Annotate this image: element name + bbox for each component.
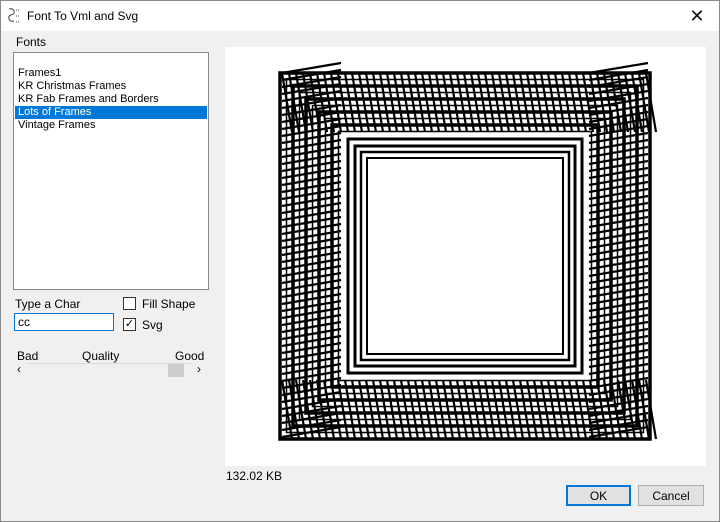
font-list-item[interactable]: Frames1 (15, 67, 207, 80)
slider-thumb[interactable] (168, 364, 184, 377)
ok-button[interactable]: OK (566, 485, 631, 506)
glyph-preview-panel (225, 47, 706, 466)
type-a-char-label: Type a Char (15, 297, 81, 311)
fonts-label: Fonts (16, 35, 47, 49)
fonts-listbox[interactable]: Frames1 KR Christmas Frames KR Fab Frame… (13, 52, 209, 290)
quality-label: Quality (82, 349, 120, 363)
svg-checkbox[interactable]: ✓ (123, 318, 136, 331)
check-icon: ✓ (124, 318, 135, 330)
quality-slider[interactable]: ‹ › (13, 362, 205, 379)
dialog-window: Font To Vml and Svg ✕ Fonts Frames1 KR C… (0, 0, 720, 522)
quality-good-label: Good (175, 349, 205, 363)
frame-glyph-preview (278, 61, 658, 441)
slider-track-line (27, 363, 191, 364)
window-title: Font To Vml and Svg (27, 9, 139, 23)
font-list-item[interactable]: KR Christmas Frames (15, 80, 207, 93)
char-input[interactable] (14, 313, 114, 331)
close-button[interactable]: ✕ (675, 1, 719, 31)
fill-shape-label: Fill Shape (142, 297, 196, 311)
fonts-list: Frames1 KR Christmas Frames KR Fab Frame… (15, 67, 207, 132)
close-icon: ✕ (689, 5, 705, 26)
slider-left-arrow-icon[interactable]: ‹ (13, 362, 25, 376)
ok-button-label: OK (589, 488, 608, 503)
fill-shape-checkbox[interactable] (123, 297, 136, 310)
file-size-label: 132.02 KB (226, 469, 283, 483)
font-list-item[interactable]: Vintage Frames (15, 119, 207, 132)
font-list-item[interactable]: Lots of Frames (15, 106, 207, 119)
quality-bad-label: Bad (17, 349, 39, 363)
cancel-button[interactable]: Cancel (638, 485, 704, 506)
title-bar[interactable]: Font To Vml and Svg ✕ (1, 1, 719, 31)
font-list-item[interactable]: KR Fab Frames and Borders (15, 93, 207, 106)
cancel-button-label: Cancel (652, 488, 690, 503)
slider-right-arrow-icon[interactable]: › (193, 362, 205, 376)
app-icon (8, 8, 20, 23)
svg-label: Svg (142, 318, 163, 332)
